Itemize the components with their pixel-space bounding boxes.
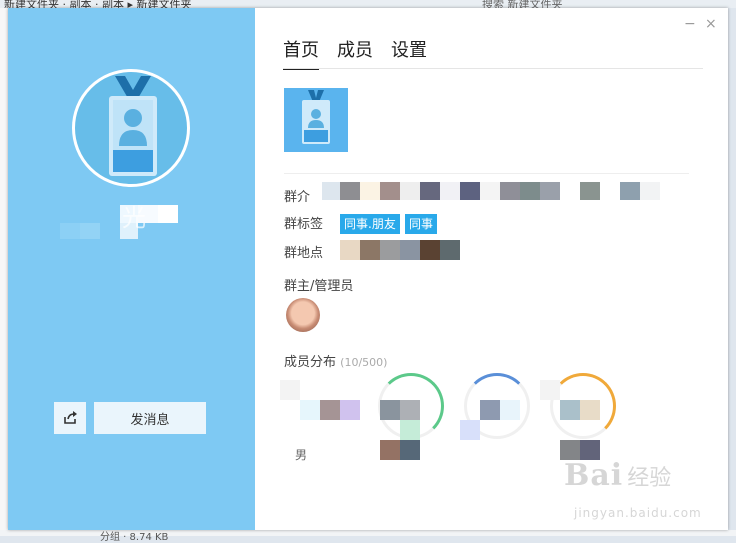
group-name: 光 <box>122 204 150 232</box>
minimize-button[interactable]: − <box>684 16 696 32</box>
group-tag[interactable]: 同事 <box>405 214 438 234</box>
tab-home[interactable]: 首页 <box>283 36 319 70</box>
intro-label: 群介 <box>284 190 311 205</box>
baidu-url: jingyan.baidu.com <box>574 506 702 520</box>
owner-admin-label: 群主/管理员 <box>284 279 354 294</box>
location-label: 群地点 <box>284 246 324 261</box>
member-distribution-label: 成员分布 (10/500) <box>284 351 387 370</box>
share-button[interactable] <box>54 402 86 434</box>
baidu-logo: Bai <box>564 458 624 493</box>
share-icon <box>64 411 77 424</box>
badge-icon <box>302 90 330 144</box>
profile-side-panel: 光 发消息 <box>8 8 255 530</box>
tab-settings[interactable]: 设置 <box>391 36 427 70</box>
explorer-left-column <box>0 8 8 530</box>
profile-tabs: 首页 成员 设置 <box>283 36 427 70</box>
section-divider <box>284 173 689 174</box>
group-icon-thumbnail[interactable] <box>284 88 348 152</box>
group-profile-window: 光 发消息 − × 首页 成员 设置 群介 群标签 同事.朋友 同事 群地点 群… <box>8 8 728 530</box>
group-tag[interactable]: 同事.朋友 <box>340 214 400 234</box>
badge-icon <box>109 76 157 176</box>
send-message-button[interactable]: 发消息 <box>94 402 206 434</box>
baidu-logo-cn: 经验 <box>627 466 672 491</box>
owner-avatar[interactable] <box>286 298 320 332</box>
member-distribution-title: 成员分布 <box>284 355 337 370</box>
tags-label: 群标签 <box>284 217 324 232</box>
tab-members[interactable]: 成员 <box>337 36 373 70</box>
member-count: (10/500) <box>340 356 388 369</box>
baidu-watermark: Bai 经验 jingyan.baidu.com <box>564 458 724 528</box>
gender-label: 男 <box>295 448 308 462</box>
group-avatar[interactable] <box>72 69 190 187</box>
close-button[interactable]: × <box>705 16 717 32</box>
tab-underline-rule <box>283 68 703 69</box>
